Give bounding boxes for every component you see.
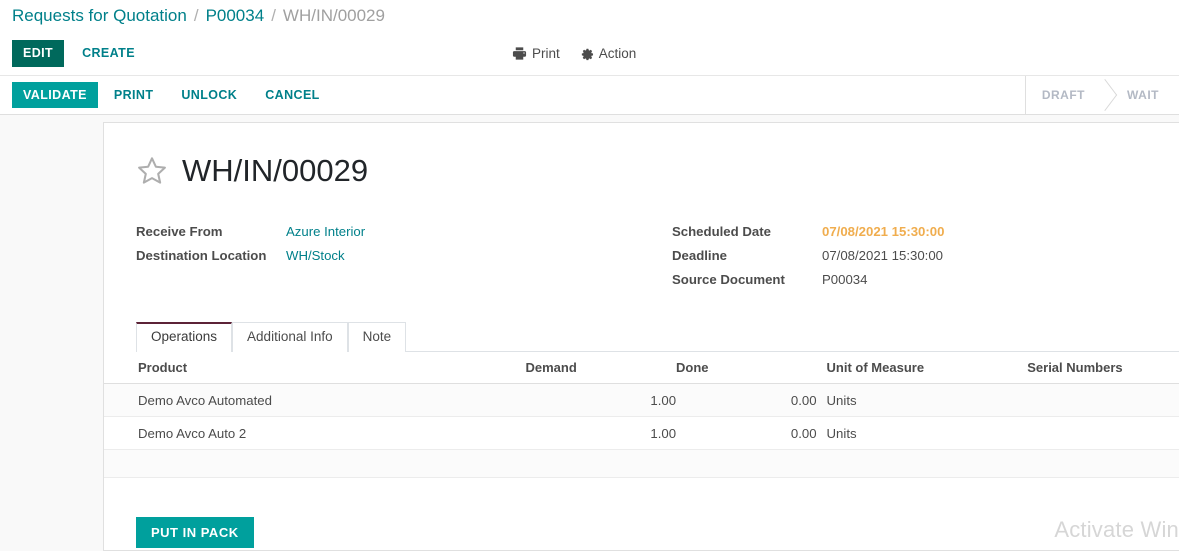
action-menu-button[interactable]: Action bbox=[580, 46, 637, 61]
workflow-button-bar: VALIDATE PRINT UNLOCK CANCEL DRAFT WAIT bbox=[0, 76, 1179, 115]
tab-additional-info[interactable]: Additional Info bbox=[232, 322, 348, 352]
gear-icon bbox=[580, 47, 594, 61]
validate-button[interactable]: VALIDATE bbox=[12, 81, 98, 109]
status-stage-label: DRAFT bbox=[1041, 88, 1085, 102]
field-value-destination-location[interactable]: WH/Stock bbox=[286, 248, 345, 263]
table-empty-row bbox=[104, 450, 1179, 478]
field-label: Scheduled Date bbox=[672, 224, 771, 239]
field-label: Destination Location bbox=[136, 248, 267, 263]
field-receive-from: Receive From Azure Interior bbox=[136, 224, 672, 248]
cell-serial-numbers bbox=[1017, 383, 1158, 417]
field-label: Deadline bbox=[672, 248, 727, 263]
breadcrumb: Requests for Quotation / P00034 / WH/IN/… bbox=[0, 0, 1179, 32]
status-stage-waiting[interactable]: WAIT bbox=[1105, 76, 1179, 114]
cell-done: 0.00 bbox=[676, 416, 817, 450]
tab-note[interactable]: Note bbox=[347, 322, 407, 352]
breadcrumb-item-current: WH/IN/00029 bbox=[282, 6, 385, 25]
printer-icon bbox=[512, 46, 527, 61]
star-outline-icon[interactable] bbox=[136, 155, 168, 186]
column-header-unit-of-measure: Unit of Measure bbox=[816, 352, 1018, 384]
action-label: Action bbox=[598, 46, 637, 61]
create-button[interactable]: CREATE bbox=[70, 40, 147, 67]
status-stage-label: WAIT bbox=[1127, 88, 1159, 102]
column-header-demand: Demand bbox=[525, 352, 677, 384]
odoo-form-view: Requests for Quotation / P00034 / WH/IN/… bbox=[0, 0, 1179, 551]
cell-unit-of-measure: Units bbox=[816, 383, 1018, 417]
breadcrumb-separator: / bbox=[271, 6, 276, 25]
cell-unit-of-measure: Units bbox=[816, 416, 1018, 450]
control-panel: EDIT CREATE Print Action bbox=[0, 32, 1179, 76]
breadcrumb-item-requests-for-quotation[interactable]: Requests for Quotation bbox=[12, 6, 187, 26]
cell-serial-numbers bbox=[1017, 416, 1158, 450]
field-value-deadline: 07/08/2021 15:30:00 bbox=[822, 248, 943, 263]
tab-operations[interactable]: Operations bbox=[136, 322, 233, 352]
column-header-serial-numbers: Serial Numbers bbox=[1017, 352, 1158, 384]
column-header-options bbox=[1157, 352, 1179, 384]
put-in-pack-button[interactable]: PUT IN PACK bbox=[136, 517, 254, 548]
unlock-button[interactable]: UNLOCK bbox=[169, 82, 249, 109]
status-stage-draft[interactable]: DRAFT bbox=[1025, 76, 1118, 114]
table-header-row: Product Demand Done Unit of Measure Seri… bbox=[104, 352, 1179, 384]
cell-done: 0.00 bbox=[676, 383, 817, 417]
table-row[interactable]: Demo Avco Automated 1.00 0.00 Units bbox=[104, 383, 1179, 417]
print-button[interactable]: PRINT bbox=[102, 82, 166, 109]
notebook-tabs: Operations Additional Info Note bbox=[136, 322, 1179, 352]
cancel-button[interactable]: CANCEL bbox=[253, 82, 331, 109]
field-label: Source Document bbox=[672, 272, 785, 287]
record-title-row: WH/IN/00029 bbox=[136, 155, 1179, 186]
field-value-receive-from[interactable]: Azure Interior bbox=[286, 224, 365, 239]
column-header-product: Product bbox=[104, 352, 526, 384]
field-destination-location: Destination Location WH/Stock bbox=[136, 248, 672, 272]
cell-detail-action[interactable] bbox=[1157, 416, 1179, 450]
breadcrumb-separator: / bbox=[193, 6, 199, 25]
control-panel-center-actions: Print Action bbox=[512, 46, 636, 61]
cell-product: Demo Avco Automated bbox=[104, 383, 526, 417]
form-fields-left-column: Receive From Azure Interior Destination … bbox=[136, 224, 672, 296]
breadcrumb-item-p00034[interactable]: P00034 bbox=[206, 6, 265, 26]
form-fields-right-column: Scheduled Date 07/08/2021 15:30:00 Deadl… bbox=[672, 224, 944, 296]
field-label: Receive From bbox=[136, 224, 223, 239]
cell-product: Demo Avco Auto 2 bbox=[104, 416, 526, 450]
table-row[interactable]: Demo Avco Auto 2 1.00 0.00 Units bbox=[104, 416, 1179, 450]
print-label: Print bbox=[532, 46, 560, 61]
form-sheet: WH/IN/00029 Receive From Azure Interior … bbox=[103, 122, 1179, 551]
field-source-document: Source Document P00034 bbox=[672, 272, 944, 296]
form-sheet-background: WH/IN/00029 Receive From Azure Interior … bbox=[0, 116, 1179, 551]
cell-detail-action[interactable] bbox=[1157, 383, 1179, 417]
field-deadline: Deadline 07/08/2021 15:30:00 bbox=[672, 248, 944, 272]
edit-button[interactable]: EDIT bbox=[12, 40, 65, 67]
operations-table: Product Demand Done Unit of Measure Seri… bbox=[104, 352, 1179, 450]
notebook: Operations Additional Info Note Product … bbox=[104, 322, 1179, 478]
column-header-done: Done bbox=[676, 352, 817, 384]
field-value-source-document: P00034 bbox=[822, 272, 868, 287]
cell-demand: 1.00 bbox=[525, 383, 677, 417]
page-title: WH/IN/00029 bbox=[182, 153, 369, 188]
field-value-scheduled-date: 07/08/2021 15:30:00 bbox=[822, 224, 945, 239]
cell-demand: 1.00 bbox=[525, 416, 677, 450]
status-stage-bar: DRAFT WAIT bbox=[1024, 76, 1179, 114]
print-menu-button[interactable]: Print bbox=[512, 46, 560, 61]
field-scheduled-date: Scheduled Date 07/08/2021 15:30:00 bbox=[672, 224, 944, 248]
form-fields: Receive From Azure Interior Destination … bbox=[136, 224, 1179, 296]
